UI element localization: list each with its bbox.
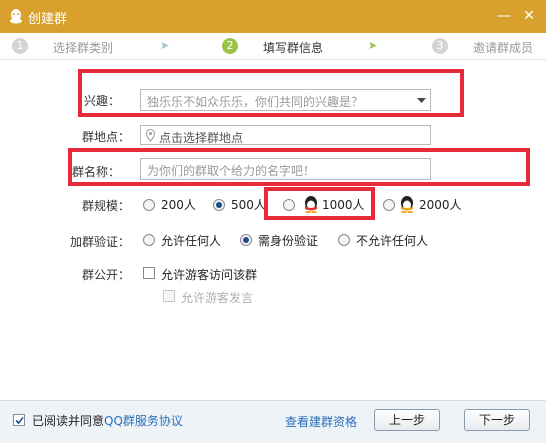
size-1000-radio[interactable] — [283, 199, 295, 211]
size-500-radio[interactable] — [213, 199, 225, 211]
step-label-select-category: 选择群类别 — [53, 41, 114, 55]
size-1000-label[interactable]: 1000人 — [322, 196, 365, 213]
allow-guest-visit-checkbox[interactable] — [143, 267, 155, 279]
service-agreement-link[interactable]: QQ群服务协议 — [104, 412, 183, 429]
minimize-button[interactable]: — — [493, 6, 515, 26]
step-arrow-icon: ➤ — [160, 39, 170, 52]
agree-checkbox[interactable] — [13, 414, 25, 426]
group-public-label: 群公开： — [81, 268, 130, 282]
verify-anyone-radio[interactable] — [143, 234, 155, 246]
size-2000-radio[interactable] — [383, 199, 395, 211]
check-qualification-link[interactable]: 查看建群资格 — [285, 413, 357, 430]
verify-anyone-label[interactable]: 允许任何人 — [161, 232, 221, 249]
qq-penguin-red-icon — [305, 196, 317, 213]
step-number-3: 3 — [432, 38, 448, 54]
size-2000-label[interactable]: 2000人 — [419, 196, 462, 213]
qq-penguin-gold-icon — [401, 196, 413, 213]
allow-guest-visit-label[interactable]: 允许游客访问该群 — [161, 266, 257, 283]
group-name-input[interactable]: 为你们的群取个给力的名字吧！ — [140, 158, 431, 180]
step-label-invite-members: 邀请群成员 — [473, 41, 534, 55]
join-verification-label: 加群验证： — [69, 235, 130, 249]
interest-placeholder: 独乐乐不如众乐乐，你们共同的兴趣是？ — [147, 95, 364, 109]
chevron-down-icon[interactable] — [417, 98, 426, 103]
group-name-label: 群名称： — [71, 165, 120, 179]
checkmark-icon — [15, 416, 24, 425]
size-200-radio[interactable] — [143, 199, 155, 211]
agree-text: 已阅读并同意 — [32, 414, 105, 428]
size-500-label[interactable]: 500人 — [231, 196, 266, 213]
interest-dropdown[interactable]: 独乐乐不如众乐乐，你们共同的兴趣是？ — [140, 89, 431, 111]
step-number-1: 1 — [12, 38, 28, 54]
map-pin-icon — [146, 129, 155, 142]
verify-identity-radio[interactable] — [240, 234, 252, 246]
size-200-label[interactable]: 200人 — [161, 196, 196, 213]
verify-identity-label[interactable]: 需身份验证 — [258, 232, 318, 249]
footer-bar: 已阅读并同意 QQ群服务协议 查看建群资格 上一步 下一步 — [0, 400, 546, 443]
interest-label: 兴趣： — [83, 94, 120, 108]
location-placeholder: 点击选择群地点 — [159, 131, 244, 145]
location-input[interactable]: 点击选择群地点 — [140, 125, 431, 145]
verify-nobody-radio[interactable] — [338, 234, 350, 246]
step-label-fill-info: 填写群信息 — [263, 41, 324, 55]
qq-penguin-icon — [10, 9, 22, 24]
window-title: 创建群 — [28, 12, 68, 27]
previous-step-button[interactable]: 上一步 — [374, 409, 440, 431]
close-button[interactable]: ✕ — [518, 6, 540, 26]
allow-guest-speak-label[interactable]: 允许游客发言 — [181, 289, 253, 306]
step-number-2: 2 — [222, 38, 238, 54]
step-indicator: 1 选择群类别 ➤ 2 填写群信息 ➤ 3 邀请群成员 — [0, 33, 546, 60]
title-bar: 创建群 — ✕ — [0, 0, 546, 34]
step-arrow-icon: ➤ — [368, 39, 378, 52]
group-name-placeholder: 为你们的群取个给力的名字吧！ — [147, 164, 316, 178]
location-label: 群地点： — [81, 130, 130, 144]
next-step-button[interactable]: 下一步 — [464, 409, 530, 431]
verify-nobody-label[interactable]: 不允许任何人 — [356, 232, 428, 249]
allow-guest-speak-checkbox[interactable] — [163, 290, 175, 302]
group-size-label: 群规模： — [81, 199, 130, 213]
